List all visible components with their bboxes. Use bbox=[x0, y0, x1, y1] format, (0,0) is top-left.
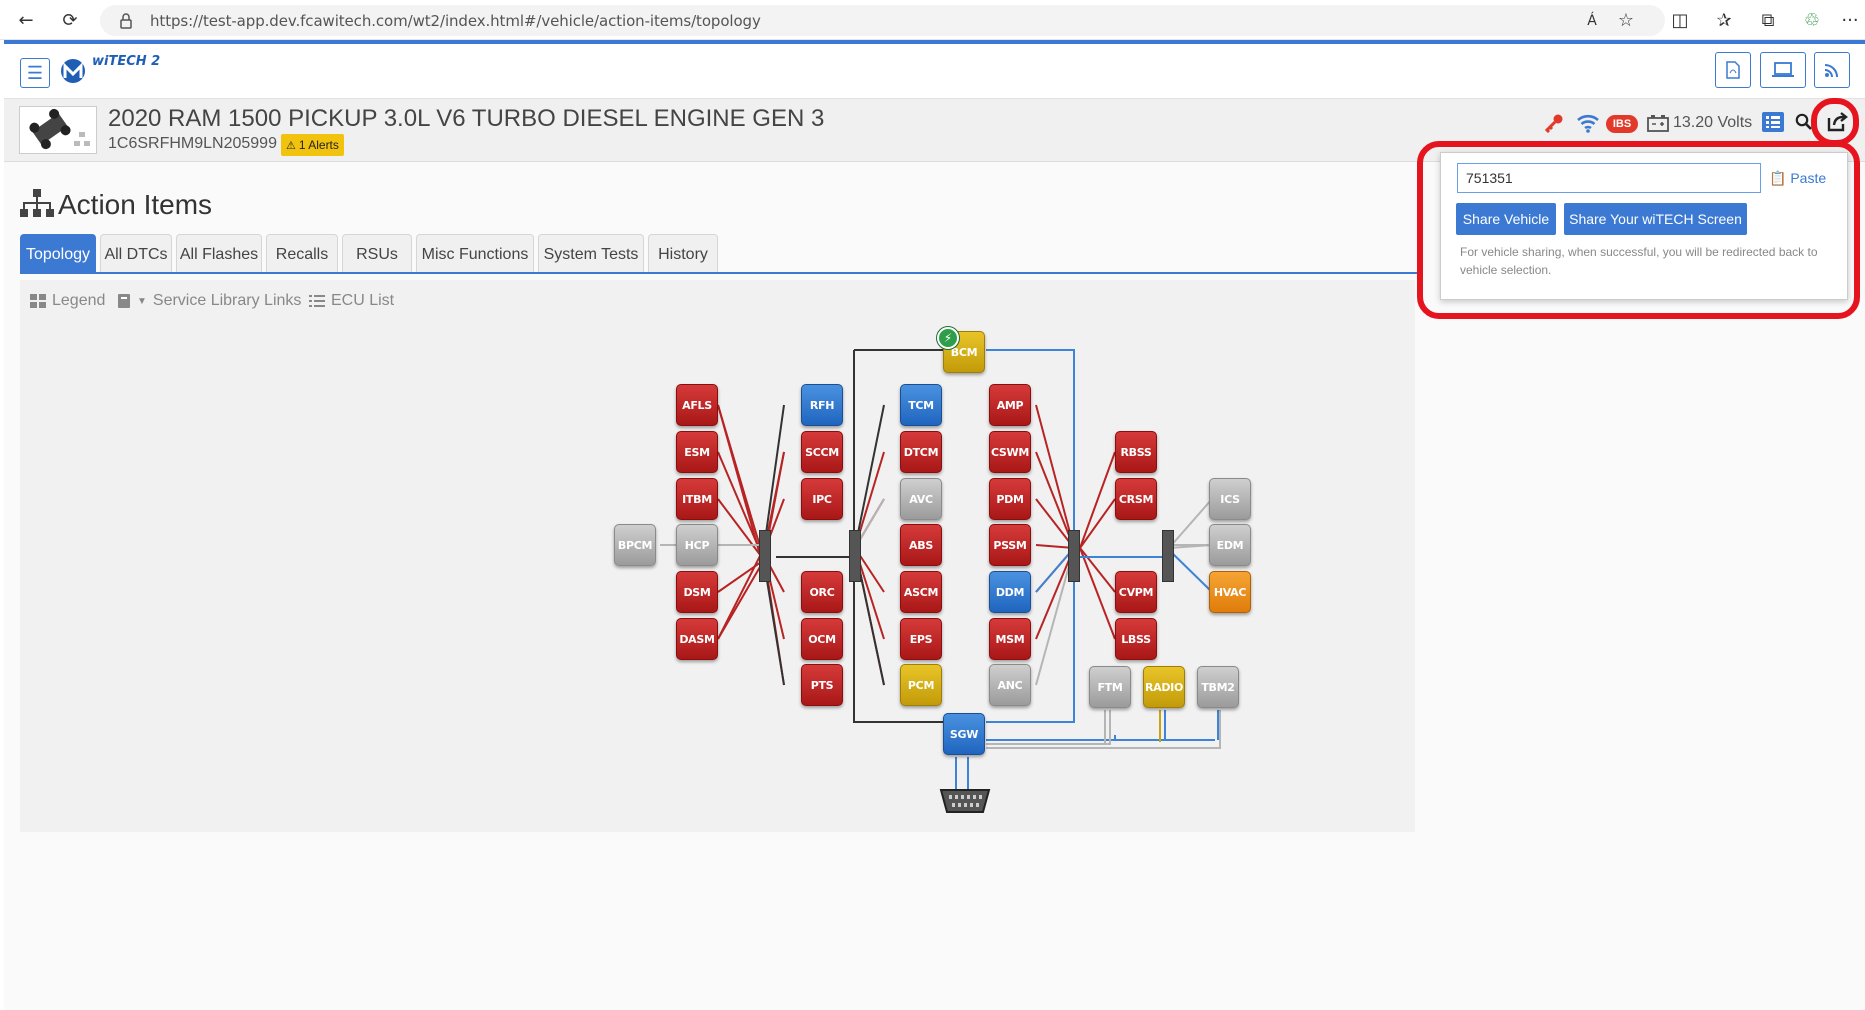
module-cvpm[interactable]: CVPM bbox=[1115, 571, 1157, 613]
module-bpcm[interactable]: BPCM bbox=[614, 524, 656, 566]
module-rbss[interactable]: RBSS bbox=[1115, 431, 1157, 473]
module-avc[interactable]: AVC bbox=[900, 478, 942, 520]
module-anc[interactable]: ANC bbox=[989, 664, 1031, 706]
module-abs[interactable]: ABS bbox=[900, 524, 942, 566]
module-crsm[interactable]: CRSM bbox=[1115, 478, 1157, 520]
module-dasm[interactable]: DASM bbox=[676, 618, 718, 660]
module-hcp[interactable]: HCP bbox=[676, 524, 718, 566]
highlight-ring-share-icon bbox=[1811, 98, 1859, 146]
module-dsm[interactable]: DSM bbox=[676, 571, 718, 613]
module-hvac[interactable]: HVAC bbox=[1209, 571, 1251, 613]
module-dtcm[interactable]: DTCM bbox=[900, 431, 942, 473]
module-ddm[interactable]: DDM bbox=[989, 571, 1031, 613]
module-pdm[interactable]: PDM bbox=[989, 478, 1031, 520]
module-sgw[interactable]: SGW bbox=[943, 713, 985, 755]
module-amp[interactable]: AMP bbox=[989, 384, 1031, 426]
module-pcm[interactable]: PCM bbox=[900, 664, 942, 706]
module-lbss[interactable]: LBSS bbox=[1115, 618, 1157, 660]
module-afls[interactable]: AFLS bbox=[676, 384, 718, 426]
module-msm[interactable]: MSM bbox=[989, 618, 1031, 660]
obd-connector-icon[interactable] bbox=[939, 788, 991, 819]
module-tcm[interactable]: TCM bbox=[900, 384, 942, 426]
module-ocm[interactable]: OCM bbox=[801, 618, 843, 660]
bus-hub bbox=[1068, 530, 1080, 582]
module-edm[interactable]: EDM bbox=[1209, 524, 1251, 566]
bus-hub bbox=[759, 530, 771, 582]
module-cswm[interactable]: CSWM bbox=[989, 431, 1031, 473]
module-itbm[interactable]: ITBM bbox=[676, 478, 718, 520]
flash-bolt-icon[interactable]: ⚡ bbox=[937, 327, 959, 349]
bus-hub bbox=[849, 530, 861, 582]
module-eps[interactable]: EPS bbox=[900, 618, 942, 660]
module-rfh[interactable]: RFH bbox=[801, 384, 843, 426]
highlight-ring-share-popover bbox=[1417, 141, 1860, 319]
module-orc[interactable]: ORC bbox=[801, 571, 843, 613]
bus-hub bbox=[1162, 530, 1174, 582]
module-sccm[interactable]: SCCM bbox=[801, 431, 843, 473]
module-tbm2[interactable]: TBM2 bbox=[1197, 666, 1239, 708]
module-pssm[interactable]: PSSM bbox=[989, 524, 1031, 566]
module-esm[interactable]: ESM bbox=[676, 431, 718, 473]
module-ascm[interactable]: ASCM bbox=[900, 571, 942, 613]
module-ics[interactable]: ICS bbox=[1209, 478, 1251, 520]
module-pts[interactable]: PTS bbox=[801, 664, 843, 706]
module-radio[interactable]: RADIO bbox=[1143, 666, 1185, 708]
module-ipc[interactable]: IPC bbox=[801, 478, 843, 520]
module-ftm[interactable]: FTM bbox=[1089, 666, 1131, 708]
